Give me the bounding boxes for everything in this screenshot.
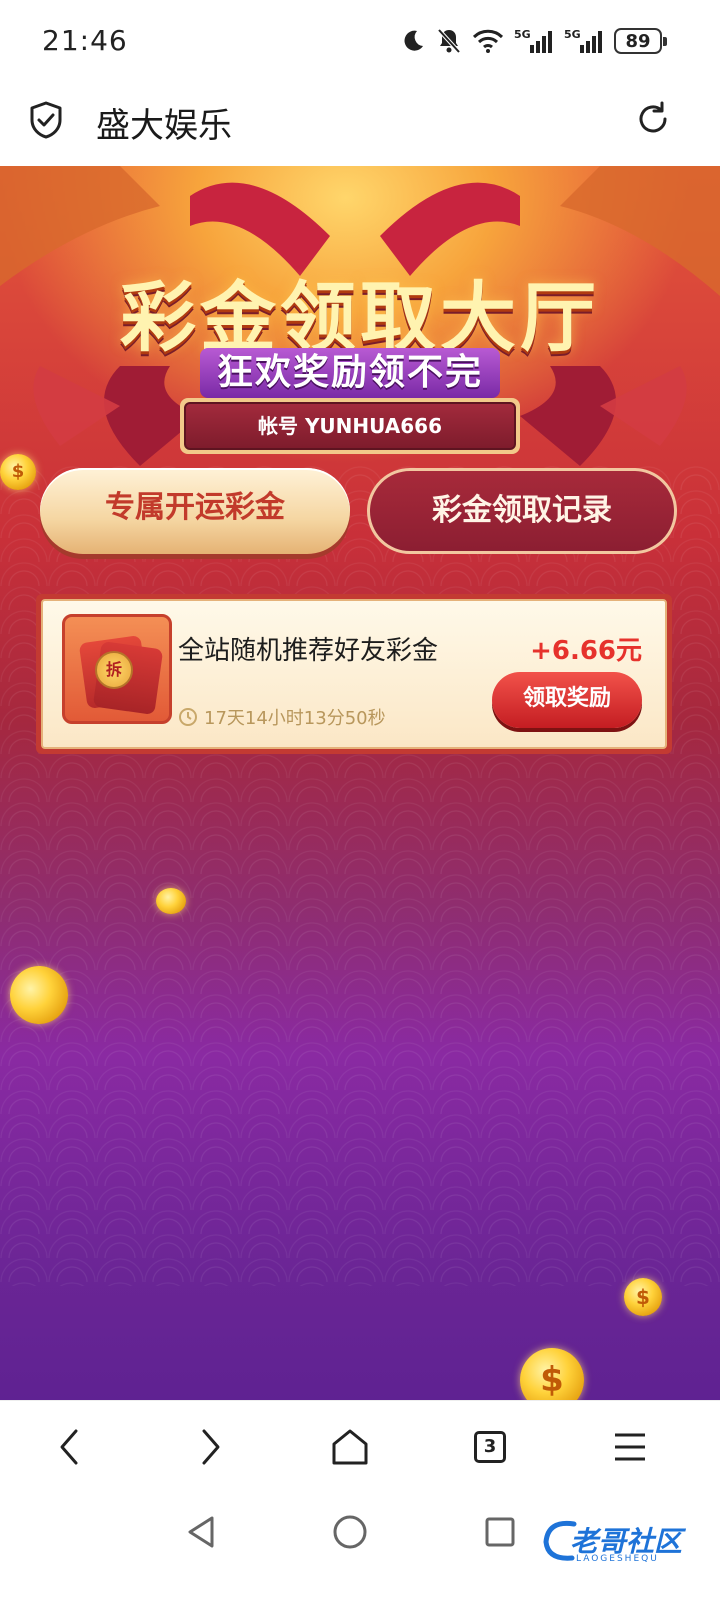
tab-count: 3	[474, 1431, 506, 1463]
bell-muted-icon	[437, 28, 461, 54]
menu-button[interactable]	[606, 1423, 654, 1471]
tabs-button[interactable]: 3	[466, 1423, 514, 1471]
signal-5g-icon: 5G	[564, 28, 602, 53]
status-time: 21:46	[42, 24, 128, 57]
claim-reward-button[interactable]: 领取奖励	[492, 672, 642, 728]
status-icons: 5G 5G 89	[400, 24, 667, 58]
browser-toolbar: 盛大娱乐	[0, 80, 720, 166]
menu-icon	[615, 1433, 645, 1461]
chevron-right-icon	[202, 1429, 220, 1465]
watermark-logo: 老哥社区 LAOGESHEQU	[540, 1516, 690, 1576]
account-label: 帐号 YUNHUA666	[184, 402, 516, 450]
shield-check-icon[interactable]	[28, 100, 64, 140]
page-title: 盛大娱乐	[96, 106, 232, 146]
system-nav-bar: 老哥社区 LAOGESHEQU	[0, 1492, 720, 1610]
system-back-icon[interactable]	[182, 1512, 222, 1552]
reward-card: 拆 全站随机推荐好友彩金 +6.66元 17天14小时13分50秒 领取奖励	[36, 594, 672, 754]
coin-icon: $	[0, 454, 36, 490]
reward-countdown: 17天14小时13分50秒	[178, 704, 386, 730]
reload-icon[interactable]	[634, 100, 672, 138]
watermark-subtext: LAOGESHEQU	[576, 1554, 659, 1564]
chevron-left-icon	[60, 1429, 78, 1465]
system-recents-icon[interactable]	[480, 1512, 520, 1552]
forward-button[interactable]	[186, 1423, 234, 1471]
coin-icon	[156, 888, 186, 914]
home-button[interactable]	[326, 1423, 374, 1471]
wifi-icon	[472, 29, 504, 53]
network-label: 5G	[564, 28, 581, 41]
web-page: 彩金领取大厅 狂欢奖励领不完 帐号 YUNHUA666 $ 专属开运彩金 彩金领…	[0, 166, 720, 1400]
network-label: 5G	[514, 28, 531, 41]
home-icon	[332, 1429, 368, 1465]
envelope-seal: 拆	[95, 651, 133, 689]
browser-bottom-nav: 3	[0, 1400, 720, 1492]
reward-title: 全站随机推荐好友彩金	[178, 636, 439, 666]
wave-pattern	[0, 466, 720, 1286]
tab-bonus-records[interactable]: 彩金领取记录	[367, 468, 677, 554]
red-envelope-icon: 拆	[62, 614, 172, 724]
status-bar: 21:46 5G 5G 89	[0, 0, 720, 80]
system-home-icon[interactable]	[330, 1512, 370, 1552]
moon-icon	[404, 30, 423, 51]
coin-icon: $	[624, 1278, 662, 1316]
reward-amount: +6.66元	[530, 636, 642, 666]
battery-icon: 89	[614, 28, 667, 54]
account-badge: 帐号 YUNHUA666	[180, 398, 520, 454]
countdown-text: 17天14小时13分50秒	[204, 708, 386, 729]
back-button[interactable]	[46, 1423, 94, 1471]
clock-icon	[179, 708, 197, 726]
banner-subtitle: 狂欢奖励领不完	[200, 348, 500, 398]
tab-exclusive-bonus[interactable]: 专属开运彩金	[40, 468, 350, 554]
signal-5g-icon: 5G	[514, 28, 552, 53]
coin-icon: $	[520, 1348, 584, 1400]
